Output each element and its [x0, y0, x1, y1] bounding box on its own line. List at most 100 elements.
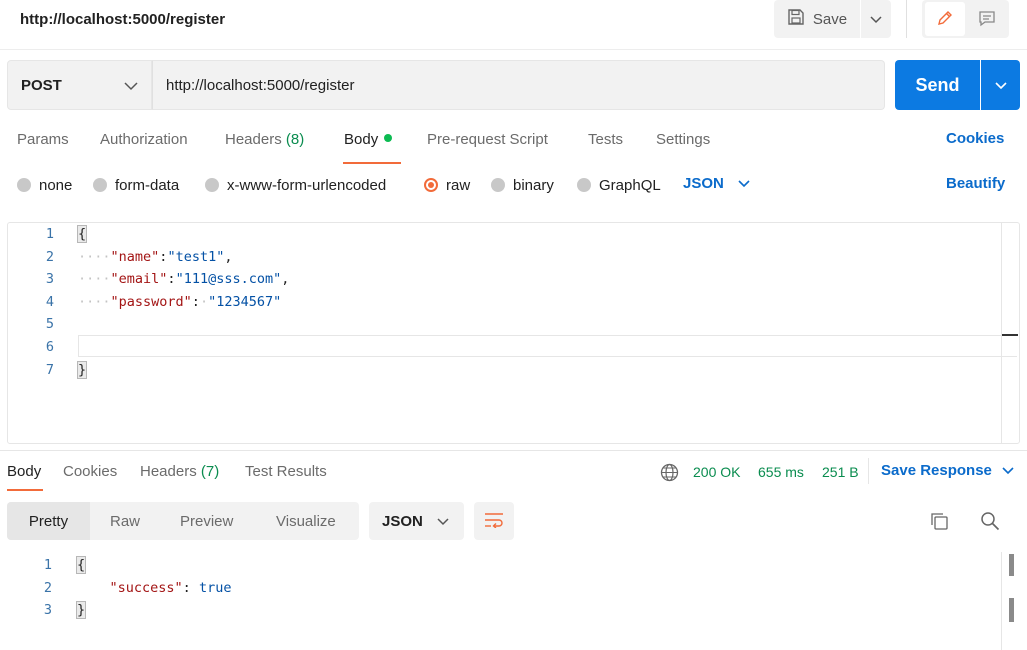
radio-form-data[interactable]: form-data	[93, 175, 179, 195]
language-label: JSON	[382, 512, 423, 530]
json-trail: ,	[281, 271, 290, 288]
line-number: 1	[43, 557, 52, 573]
indent-dots: ····	[78, 271, 111, 288]
chevron-down-icon	[124, 78, 138, 94]
send-button[interactable]: Send	[895, 60, 980, 110]
response-tab-test-results[interactable]: Test Results	[245, 462, 327, 482]
status-code[interactable]: 200 OK	[693, 462, 740, 482]
globe-icon[interactable]	[660, 463, 679, 485]
response-language-select[interactable]: JSON	[369, 502, 464, 540]
radio-graphql[interactable]: GraphQL	[577, 175, 661, 195]
response-line-numbers: 1 2 3	[22, 554, 52, 622]
comments-button[interactable]	[968, 2, 1006, 36]
response-tab-headers[interactable]: Headers (7)	[140, 462, 219, 482]
response-tab-cookies[interactable]: Cookies	[63, 462, 117, 482]
radio-label: form-data	[115, 176, 180, 194]
view-visualize-button[interactable]: Visualize	[276, 502, 336, 540]
response-scrollbar-marker	[1009, 598, 1014, 622]
line-number: 1	[45, 226, 54, 242]
code-line: ····"email":"111@sss.com",	[78, 268, 289, 291]
radio-urlencoded[interactable]: x-www-form-urlencoded	[205, 175, 386, 195]
code-line: {	[75, 554, 231, 577]
tab-body[interactable]: Body	[344, 130, 393, 150]
body-language-select[interactable]: JSON	[683, 175, 750, 192]
radio-label: binary	[513, 176, 554, 194]
request-title[interactable]: http://localhost:5000/register	[20, 10, 225, 30]
radio-raw[interactable]: raw	[424, 175, 470, 195]
url-input[interactable]: http://localhost:5000/register	[152, 60, 885, 110]
radio-indicator	[577, 178, 591, 192]
edit-mode-button[interactable]	[925, 2, 965, 36]
send-options-button[interactable]	[981, 60, 1020, 110]
line-number: 6	[45, 338, 54, 355]
json-key: "name"	[110, 248, 160, 265]
radio-label: raw	[446, 176, 471, 194]
indent-dots: ····	[78, 248, 111, 265]
line-number: 2	[45, 248, 54, 265]
save-button[interactable]: Save	[774, 0, 860, 38]
close-brace: }	[75, 601, 87, 620]
radio-binary[interactable]: binary	[491, 175, 554, 195]
chevron-down-icon	[1002, 462, 1014, 479]
cookies-link[interactable]: Cookies	[946, 130, 1004, 147]
divider	[906, 0, 907, 38]
open-brace: {	[75, 556, 87, 574]
pencil-icon	[936, 9, 954, 30]
request-code: { ····"name":"test1", ····"email":"111@s…	[76, 223, 289, 381]
tab-params[interactable]: Params	[17, 130, 69, 150]
active-tab-indicator	[7, 489, 43, 491]
close-brace: }	[76, 360, 88, 379]
line-number: 3	[45, 271, 54, 288]
tab-label: Headers	[225, 131, 282, 148]
response-scrollbar-thumb[interactable]	[1009, 554, 1014, 576]
view-preview-button[interactable]: Preview	[180, 502, 233, 540]
json-sep: :	[191, 293, 200, 310]
chevron-down-icon	[738, 175, 750, 192]
line-number: 4	[45, 293, 54, 310]
json-key: "password"	[110, 293, 192, 310]
json-key: "success"	[109, 579, 183, 596]
space-dot: ·	[199, 293, 209, 310]
save-options-button[interactable]	[861, 0, 891, 38]
tab-settings[interactable]: Settings	[656, 130, 710, 150]
radio-indicator	[491, 178, 505, 192]
response-time[interactable]: 655 ms	[758, 462, 804, 482]
view-raw-button[interactable]: Raw	[110, 502, 140, 540]
response-size[interactable]: 251 B	[822, 462, 859, 482]
tab-label: Headers	[140, 463, 197, 480]
open-brace: {	[76, 225, 88, 243]
code-line: {	[76, 223, 289, 246]
tab-tests[interactable]: Tests	[588, 130, 623, 150]
beautify-link[interactable]: Beautify	[946, 175, 1005, 192]
editor-scrollbar-track	[1001, 223, 1002, 443]
save-icon	[787, 8, 805, 30]
tab-pre-request-script[interactable]: Pre-request Script	[427, 130, 548, 150]
save-response-button[interactable]: Save Response	[881, 462, 1014, 479]
line-number: 5	[45, 316, 54, 333]
active-tab-indicator	[343, 162, 401, 164]
editor-scrollbar-thumb[interactable]	[1002, 334, 1018, 336]
line-number: 3	[43, 602, 52, 619]
pane-divider[interactable]	[0, 450, 1027, 451]
radio-indicator	[93, 178, 107, 192]
search-icon[interactable]	[980, 511, 1000, 534]
line-number: 7	[45, 361, 54, 378]
copy-icon[interactable]	[930, 512, 949, 534]
tab-headers[interactable]: Headers (8)	[225, 130, 304, 150]
code-line: ····"name":"test1",	[78, 246, 289, 269]
wrap-lines-button[interactable]	[474, 502, 514, 540]
radio-label: x-www-form-urlencoded	[227, 176, 387, 194]
method-label: POST	[21, 76, 62, 94]
radio-none[interactable]: none	[17, 175, 72, 195]
language-label: JSON	[683, 175, 724, 192]
comment-icon	[978, 9, 996, 30]
view-pretty-button[interactable]: Pretty	[7, 502, 90, 540]
json-sep: :	[167, 271, 176, 288]
response-scrollbar-track	[1001, 552, 1002, 650]
tab-authorization[interactable]: Authorization	[100, 130, 188, 150]
headers-count: (8)	[285, 131, 305, 148]
response-code: { "success": true }	[75, 554, 231, 622]
response-tab-body[interactable]: Body	[7, 462, 41, 482]
line-numbers: 1 2 3 4 5 6 7	[24, 223, 54, 381]
